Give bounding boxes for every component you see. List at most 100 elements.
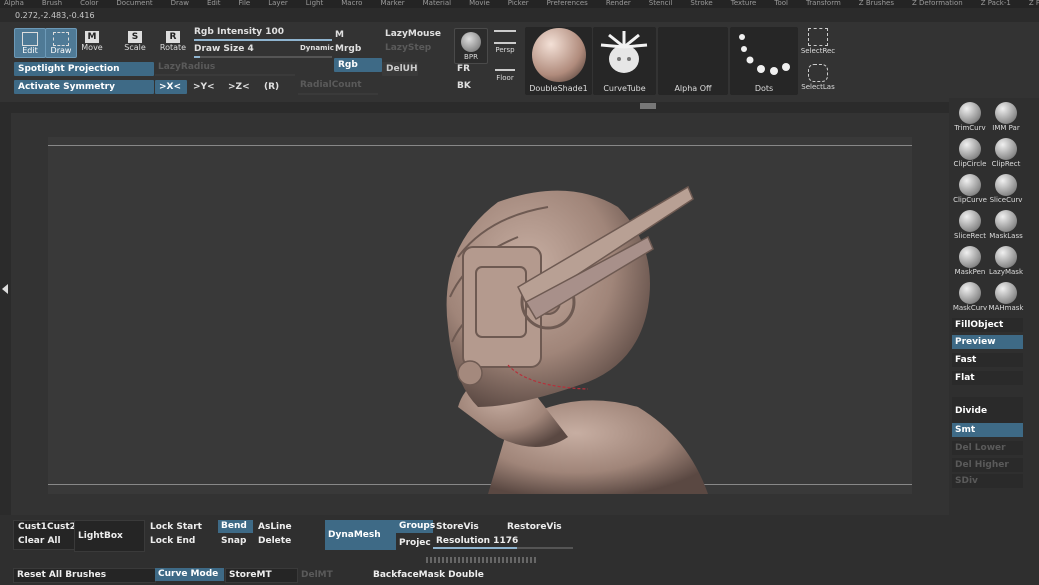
menu-item[interactable]: Stencil bbox=[649, 0, 673, 7]
menu-item[interactable]: Transform bbox=[806, 0, 841, 7]
material-thumbnail[interactable]: DoubleShade1 bbox=[525, 27, 592, 95]
right-shelf-button[interactable]: Smt bbox=[952, 423, 1023, 437]
selectrect-button[interactable]: SelectRec bbox=[800, 28, 836, 60]
move-button[interactable]: M Move bbox=[78, 28, 106, 56]
asline-button[interactable]: AsLine bbox=[255, 521, 292, 534]
mrgb-button[interactable]: Mrgb bbox=[335, 44, 361, 54]
menu-item[interactable]: Tool bbox=[774, 0, 788, 7]
toolbar-collapse-handle[interactable] bbox=[640, 103, 656, 109]
lock-end-button[interactable]: Lock End bbox=[147, 535, 195, 548]
bottom-tray-handle[interactable] bbox=[426, 557, 536, 563]
persp-button[interactable]: Persp bbox=[490, 28, 520, 56]
menu-item[interactable]: Z Pack-4 bbox=[1029, 0, 1039, 7]
deluh-button[interactable]: DelUH bbox=[382, 62, 418, 76]
right-tool[interactable]: SliceRect bbox=[952, 210, 988, 240]
alpha-thumbnail[interactable]: Alpha Off bbox=[658, 27, 728, 95]
activate-symmetry-button[interactable]: Activate Symmetry bbox=[14, 80, 154, 94]
menu-item[interactable]: File bbox=[239, 0, 251, 7]
right-tool[interactable]: MaskLass bbox=[988, 210, 1024, 240]
menu-item[interactable]: Stroke bbox=[690, 0, 712, 7]
selectlasso-button[interactable]: SelectLas bbox=[800, 64, 836, 96]
dynamesh-button[interactable]: DynaMesh bbox=[325, 520, 396, 550]
draw-size-slider[interactable]: Draw Size 4 bbox=[194, 44, 254, 54]
right-shelf-button[interactable]: Del Higher bbox=[952, 458, 1023, 472]
menu-item[interactable]: Z Brushes bbox=[859, 0, 894, 7]
menu-item[interactable]: Z Deformation bbox=[912, 0, 963, 7]
symmetry-z-button[interactable]: >Z< bbox=[228, 82, 250, 92]
symmetry-y-button[interactable]: >Y< bbox=[193, 82, 215, 92]
menu-item[interactable]: Marker bbox=[380, 0, 404, 7]
right-tool[interactable]: MaskCurv bbox=[952, 282, 988, 312]
right-shelf-button[interactable]: Flat bbox=[952, 371, 1023, 385]
symmetry-x-button[interactable]: >X< bbox=[155, 80, 187, 94]
menu-item[interactable]: Color bbox=[80, 0, 98, 7]
right-tool[interactable]: ClipCircle bbox=[952, 138, 988, 168]
scale-button[interactable]: S Scale bbox=[121, 28, 149, 56]
project-button[interactable]: Projec bbox=[396, 537, 431, 550]
menu-item[interactable]: Movie bbox=[469, 0, 490, 7]
edit-button[interactable]: Edit bbox=[14, 28, 46, 58]
menu-item[interactable]: Document bbox=[116, 0, 152, 7]
floor-button[interactable]: Floor bbox=[490, 66, 520, 90]
radialcount-slider[interactable]: RadialCount bbox=[300, 80, 362, 90]
lightbox-button[interactable]: LightBox bbox=[74, 520, 145, 552]
right-shelf-button[interactable]: Fast bbox=[952, 353, 1023, 367]
storemt-button[interactable]: StoreMT bbox=[225, 568, 298, 583]
restorevis-button[interactable]: RestoreVis bbox=[504, 521, 562, 534]
document-area[interactable] bbox=[48, 137, 912, 494]
rgb-intensity-slider[interactable]: Rgb Intensity 100 bbox=[194, 27, 284, 37]
left-tray-toggle-icon[interactable] bbox=[2, 284, 8, 294]
lazystep-slider[interactable]: LazyStep bbox=[385, 43, 431, 53]
right-tool[interactable]: IMM Par bbox=[988, 102, 1024, 132]
menu-item[interactable]: Edit bbox=[207, 0, 221, 7]
reset-all-brushes-button[interactable]: Reset All Brushes bbox=[13, 568, 156, 583]
delmt-button[interactable]: DelMT bbox=[298, 569, 333, 582]
right-tool[interactable]: MAHmask bbox=[988, 282, 1024, 312]
right-shelf-button[interactable]: SDiv bbox=[952, 474, 1023, 488]
right-tool[interactable]: SliceCurv bbox=[988, 174, 1024, 204]
draw-size-track[interactable] bbox=[194, 56, 332, 58]
right-tool[interactable]: LazyMask bbox=[988, 246, 1024, 276]
menu-item[interactable]: Brush bbox=[42, 0, 62, 7]
menu-item[interactable]: Texture bbox=[731, 0, 757, 7]
right-tool[interactable]: MaskPen bbox=[952, 246, 988, 276]
rgb-button[interactable]: Rgb bbox=[334, 58, 382, 72]
lazyradius-slider[interactable]: LazyRadius bbox=[158, 62, 215, 72]
dynamic-toggle[interactable]: Dynamic bbox=[300, 44, 334, 52]
bk-button[interactable]: BK bbox=[457, 81, 471, 91]
menu-item[interactable]: Z Pack-1 bbox=[981, 0, 1011, 7]
radial-symmetry-button[interactable]: (R) bbox=[264, 82, 279, 92]
right-shelf-button[interactable]: Preview bbox=[952, 335, 1023, 349]
right-shelf-button[interactable]: Divide bbox=[952, 397, 1023, 425]
bpr-button[interactable]: BPR bbox=[454, 28, 488, 64]
menu-item[interactable]: Draw bbox=[171, 0, 189, 7]
backfacemask-button[interactable]: BackfaceMask Double bbox=[370, 569, 484, 582]
right-tool[interactable]: TrimCurv bbox=[952, 102, 988, 132]
brush-thumbnail[interactable]: CurveTube bbox=[593, 27, 656, 95]
groups-button[interactable]: Groups bbox=[396, 520, 435, 533]
snap-button[interactable]: Snap bbox=[218, 535, 246, 548]
delete-button[interactable]: Delete bbox=[255, 535, 291, 548]
menu-item[interactable]: Light bbox=[306, 0, 323, 7]
menu-item[interactable]: Alpha bbox=[4, 0, 24, 7]
bend-button[interactable]: Bend bbox=[218, 520, 253, 533]
menu-item[interactable]: Render bbox=[606, 0, 631, 7]
clear-all-button[interactable]: Clear All bbox=[15, 535, 61, 548]
right-tool[interactable]: ClipCurve bbox=[952, 174, 988, 204]
lazymouse-button[interactable]: LazyMouse bbox=[385, 29, 441, 39]
right-shelf-button[interactable]: FillObject bbox=[952, 318, 1023, 332]
fr-button[interactable]: FR bbox=[457, 64, 470, 74]
menu-item[interactable]: Macro bbox=[341, 0, 362, 7]
menu-item[interactable]: Preferences bbox=[547, 0, 588, 7]
cust2-button[interactable]: Cust2 bbox=[44, 521, 76, 534]
menu-item[interactable]: Material bbox=[423, 0, 451, 7]
curve-mode-button[interactable]: Curve Mode bbox=[155, 568, 224, 581]
draw-button[interactable]: Draw bbox=[45, 28, 77, 58]
lock-start-button[interactable]: Lock Start bbox=[147, 521, 202, 534]
menu-item[interactable]: Picker bbox=[508, 0, 529, 7]
menu-item[interactable]: Layer bbox=[268, 0, 288, 7]
spotlight-projection-button[interactable]: Spotlight Projection bbox=[14, 62, 154, 76]
right-shelf-button[interactable]: Del Lower bbox=[952, 441, 1023, 455]
rotate-button[interactable]: R Rotate bbox=[158, 28, 188, 56]
cust1-button[interactable]: Cust1 bbox=[15, 521, 47, 534]
